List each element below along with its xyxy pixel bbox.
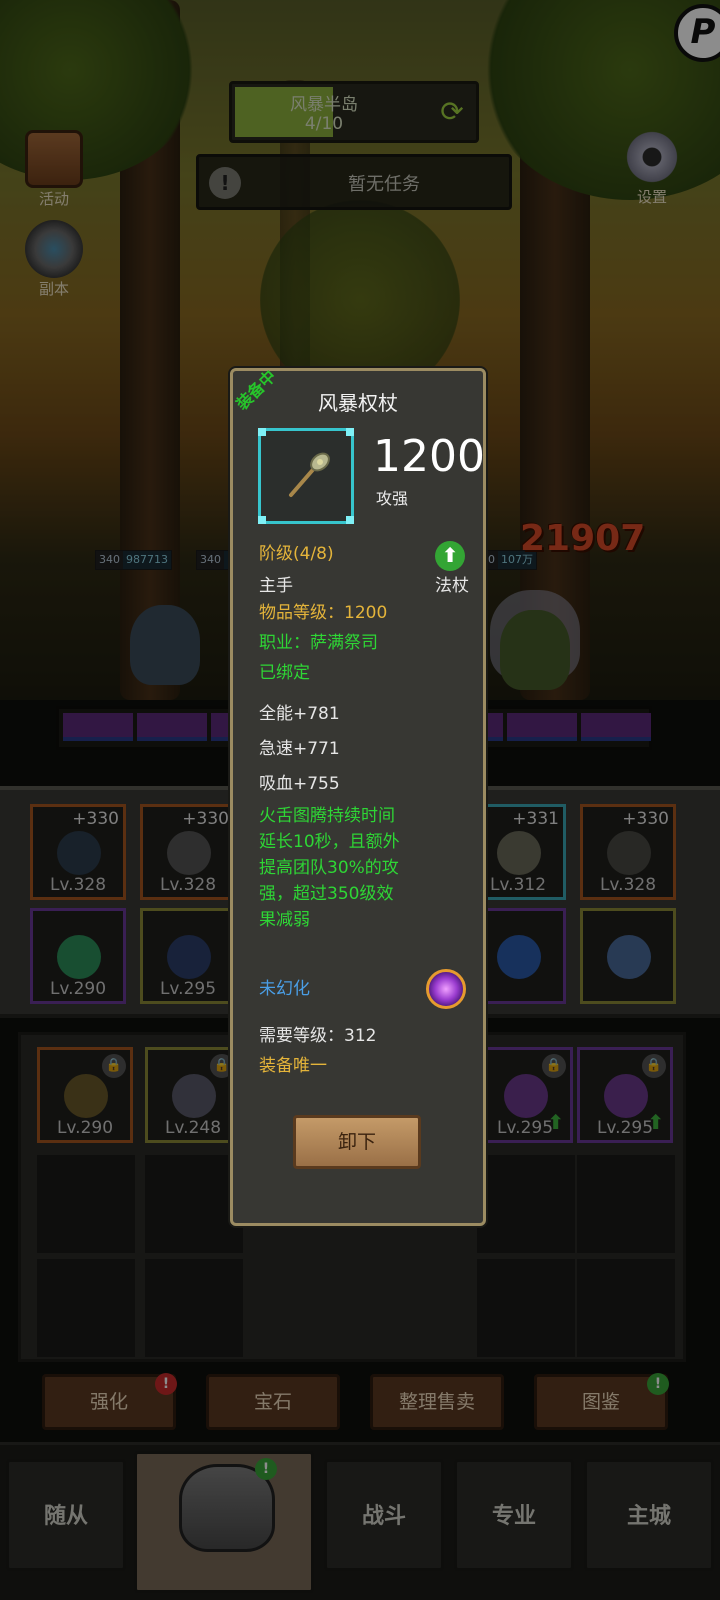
special-effect: 火舌图腾持续时间 延长10秒，且额外 提高团队30%的攻 强，超过350级效 果… bbox=[259, 803, 455, 933]
stat-leech: 吸血+755 bbox=[259, 774, 340, 794]
power-value: 1200 bbox=[373, 431, 485, 482]
unequip-button[interactable]: 卸下 bbox=[293, 1115, 421, 1169]
item-name: 风暴权杖 bbox=[318, 391, 398, 415]
frame-corner bbox=[346, 516, 354, 524]
effect-line: 提高团队30%的攻 bbox=[259, 858, 399, 878]
transmog-status: 未幻化 bbox=[259, 979, 310, 999]
bound-status: 已绑定 bbox=[259, 663, 310, 683]
effect-line: 强，超过350级效 bbox=[259, 884, 394, 904]
equip-slot-type: 主手 bbox=[259, 576, 293, 596]
effect-line: 果减弱 bbox=[259, 910, 310, 930]
frame-corner bbox=[258, 516, 266, 524]
item-tier: 阶级(4/8) bbox=[259, 544, 334, 564]
item-tooltip: 装备中 风暴权杖 1200 攻强 阶级(4/8) ⬆ 主手 法杖 物品等级：12… bbox=[230, 366, 486, 1226]
effect-line: 火舌图腾持续时间 bbox=[259, 806, 395, 826]
transmog-orb-icon[interactable] bbox=[426, 969, 466, 1009]
unique-equipped: 装备唯一 bbox=[259, 1056, 327, 1076]
power-label: 攻强 bbox=[376, 489, 409, 508]
weapon-type: 法杖 bbox=[435, 576, 469, 596]
frame-corner bbox=[258, 428, 266, 436]
class-requirement: 职业：萨满祭司 bbox=[259, 633, 378, 653]
required-level: 需要等级：312 bbox=[259, 1026, 377, 1046]
item-icon-frame bbox=[258, 428, 354, 524]
effect-line: 延长10秒，且额外 bbox=[259, 832, 400, 852]
frame-corner bbox=[346, 428, 354, 436]
item-level-text: 物品等级：1200 bbox=[259, 603, 388, 623]
staff-icon bbox=[289, 452, 330, 497]
upgrade-arrow-icon[interactable]: ⬆ bbox=[435, 541, 465, 571]
stat-versatility: 全能+781 bbox=[259, 704, 340, 724]
stat-haste: 急速+771 bbox=[259, 739, 340, 759]
